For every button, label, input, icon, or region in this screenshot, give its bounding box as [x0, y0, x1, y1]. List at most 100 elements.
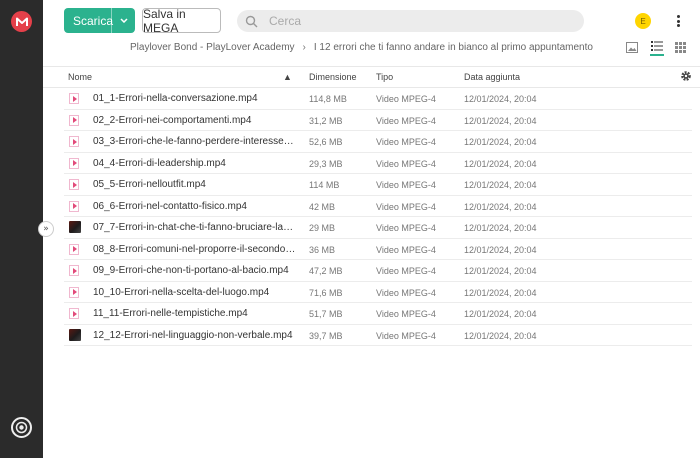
video-thumbnail-icon	[69, 221, 81, 233]
table-row[interactable]: 07_7-Errori-in-chat-che-ti-fanno-bruciar…	[43, 217, 700, 239]
column-header-date[interactable]: Data aggiunta	[464, 72, 520, 82]
column-header-type[interactable]: Tipo	[376, 72, 393, 82]
file-size: 51,7 MB	[309, 309, 343, 319]
file-date: 12/01/2024, 20:04	[464, 287, 537, 298]
sort-ascending-icon[interactable]: ▲	[283, 72, 292, 82]
video-file-icon	[69, 243, 79, 255]
download-button-label: Scarica	[73, 13, 114, 28]
file-type: Video MPEG-4	[376, 158, 436, 169]
video-file-icon	[69, 308, 79, 319]
table-row[interactable]: 11_11-Errori-nelle-tempistiche.mp4 51,7 M…	[43, 303, 700, 325]
video-file-icon	[69, 114, 79, 126]
column-header-name[interactable]: Nome	[68, 72, 92, 82]
breadcrumb: Playlover Bond - PlayLover Academy › I 1…	[130, 42, 593, 53]
breadcrumb-separator: ›	[302, 42, 306, 53]
file-date: 12/01/2024, 20:04	[464, 309, 537, 319]
file-date: 12/01/2024, 20:04	[464, 244, 537, 255]
video-file-icon	[69, 286, 79, 298]
search-input[interactable]	[269, 14, 569, 28]
mega-logo-icon[interactable]	[11, 11, 32, 32]
file-type: Video MPEG-4	[376, 266, 436, 276]
file-type: Video MPEG-4	[376, 330, 436, 341]
file-size: 36 MB	[309, 244, 336, 255]
file-type: Video MPEG-4	[376, 223, 436, 233]
video-file-icon	[69, 265, 79, 276]
search-bar[interactable]	[237, 10, 584, 32]
file-type: Video MPEG-4	[376, 287, 436, 298]
file-type: Video MPEG-4	[376, 115, 436, 126]
file-name: 09_9-Errori-che-non-ti-portano-al-bacio.…	[93, 265, 289, 276]
file-size: 31,2 MB	[309, 115, 343, 126]
file-date: 12/01/2024, 20:04	[464, 266, 537, 276]
grid-view-icon[interactable]	[675, 42, 686, 53]
file-name: 03_3-Errori-che-le-fanno-perdere-interes…	[93, 136, 296, 147]
file-type: Video MPEG-4	[376, 94, 436, 104]
file-type: Video MPEG-4	[376, 201, 436, 212]
file-date: 12/01/2024, 20:04	[464, 223, 537, 233]
file-date: 12/01/2024, 20:04	[464, 201, 537, 212]
breadcrumb-parent[interactable]: Playlover Bond - PlayLover Academy	[130, 42, 295, 53]
file-type: Video MPEG-4	[376, 137, 436, 147]
table-row[interactable]: 10_10-Errori-nella-scelta-del-luogo.mp4 7…	[43, 282, 700, 304]
chevron-down-icon[interactable]	[112, 18, 135, 23]
file-name: 12_12-Errori-nel-linguaggio-non-verbale.…	[93, 329, 293, 341]
file-size: 29 MB	[309, 223, 336, 233]
transfers-icon[interactable]	[11, 417, 32, 438]
file-date: 12/01/2024, 20:04	[464, 158, 537, 169]
file-date: 12/01/2024, 20:04	[464, 94, 537, 104]
file-size: 114,8 MB	[309, 94, 347, 104]
file-name: 07_7-Errori-in-chat-che-ti-fanno-bruciar…	[93, 222, 296, 233]
download-button[interactable]: Scarica	[64, 8, 135, 33]
video-file-icon	[69, 93, 79, 104]
file-list: 01_1-Errori-nella-conversazione.mp4 114,8…	[43, 88, 700, 346]
avatar[interactable]: E	[635, 13, 651, 29]
file-name: 01_1-Errori-nella-conversazione.mp4	[93, 93, 258, 104]
save-to-mega-button[interactable]: Salva in MEGA	[142, 7, 221, 35]
table-row[interactable]: 12_12-Errori-nel-linguaggio-non-verbale.…	[43, 325, 700, 347]
video-file-icon	[69, 179, 79, 190]
file-date: 12/01/2024, 20:04	[464, 137, 537, 147]
table-row[interactable]: 06_6-Errori-nel-contatto-fisico.mp4 42 MB…	[43, 196, 700, 218]
column-settings-gear-icon[interactable]	[680, 70, 692, 82]
file-name: 02_2-Errori-nei-comportamenti.mp4	[93, 114, 252, 126]
file-date: 12/01/2024, 20:04	[464, 180, 537, 190]
table-row[interactable]: 02_2-Errori-nei-comportamenti.mp4 31,2 MB…	[43, 110, 700, 132]
video-file-icon	[69, 136, 79, 147]
file-date: 12/01/2024, 20:04	[464, 115, 537, 126]
file-size: 71,6 MB	[309, 287, 343, 298]
column-header-size[interactable]: Dimensione	[309, 72, 357, 82]
file-size: 42 MB	[309, 201, 336, 212]
file-size: 47,2 MB	[309, 266, 343, 276]
file-name: 06_6-Errori-nel-contatto-fisico.mp4	[93, 200, 247, 212]
table-row[interactable]: 03_3-Errori-che-le-fanno-perdere-interes…	[43, 131, 700, 153]
thumbnail-view-icon[interactable]	[626, 42, 638, 53]
file-name: 04_4-Errori-di-leadership.mp4	[93, 157, 226, 169]
table-row[interactable]: 05_5-Errori-nelloutfit.mp4 114 MB Video MP…	[43, 174, 700, 196]
video-file-icon	[69, 157, 79, 169]
file-size: 29,3 MB	[309, 158, 343, 169]
search-icon	[245, 14, 259, 28]
file-name: 05_5-Errori-nelloutfit.mp4	[93, 179, 206, 190]
sidebar	[0, 0, 43, 458]
table-header: Nome ▲ Dimensione Tipo Data aggiunta	[43, 66, 700, 88]
table-row[interactable]: 04_4-Errori-di-leadership.mp4 29,3 MB Vide…	[43, 153, 700, 175]
more-options-icon[interactable]	[674, 12, 682, 30]
file-name: 08_8-Errori-comuni-nel-proporre-il-secon…	[93, 243, 296, 255]
file-type: Video MPEG-4	[376, 180, 436, 190]
file-size: 114 MB	[309, 180, 340, 190]
table-row[interactable]: 08_8-Errori-comuni-nel-proporre-il-secon…	[43, 239, 700, 261]
file-size: 52,6 MB	[309, 137, 343, 147]
file-size: 39,7 MB	[309, 330, 343, 341]
file-type: Video MPEG-4	[376, 309, 436, 319]
file-date: 12/01/2024, 20:04	[464, 330, 537, 341]
file-type: Video MPEG-4	[376, 244, 436, 255]
table-row[interactable]: 09_9-Errori-che-non-ti-portano-al-bacio.…	[43, 260, 700, 282]
file-name: 10_10-Errori-nella-scelta-del-luogo.mp4	[93, 286, 270, 298]
breadcrumb-current: I 12 errori che ti fanno andare in bianc…	[313, 42, 593, 53]
expand-sidebar-button[interactable]: »	[38, 221, 54, 237]
video-file-icon	[69, 200, 79, 212]
file-name: 11_11-Errori-nelle-tempistiche.mp4	[93, 308, 248, 319]
video-thumbnail-icon	[69, 328, 81, 341]
list-view-icon[interactable]	[650, 41, 664, 56]
table-row[interactable]: 01_1-Errori-nella-conversazione.mp4 114,8…	[43, 88, 700, 110]
